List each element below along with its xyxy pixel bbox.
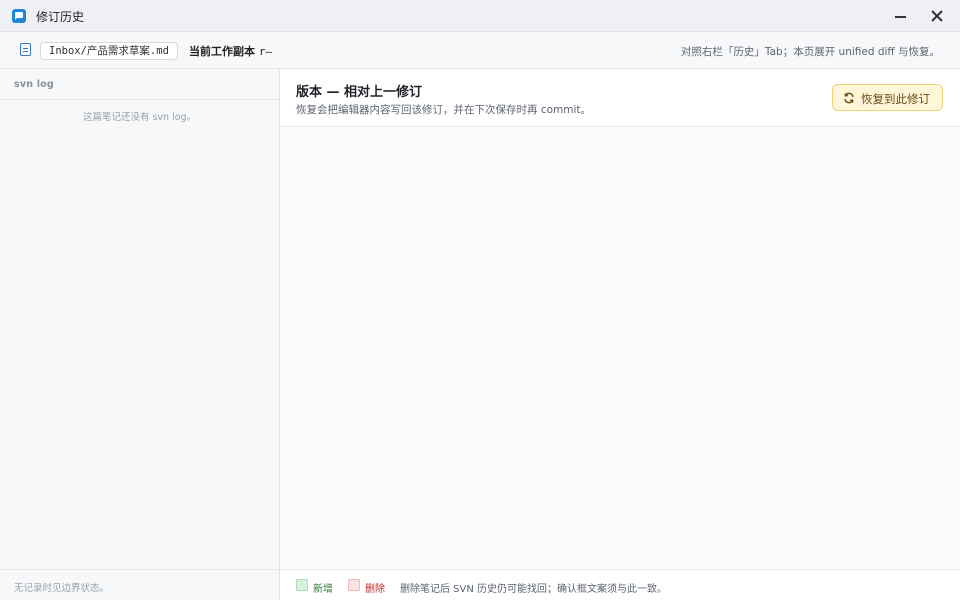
diff-legend: 新增 删除 删除笔记后 SVN 历史仍可能找回；确认框文案须与此一致。 [280, 569, 960, 600]
sidebar-footer: 无记录时见边界状态。 [0, 569, 279, 600]
legend-deleted: 删除 [365, 584, 385, 595]
restore-revision-button[interactable]: 恢复到此修订 [832, 84, 943, 111]
diff-header: 版本 — 相对上一修订 恢复会把编辑器内容写回该修订，并在下次保存时再 comm… [280, 69, 960, 127]
diff-subtitle: 恢复会把编辑器内容写回该修订，并在下次保存时再 commit。 [296, 104, 592, 116]
document-icon [20, 43, 31, 56]
sidebar-footer-text: 无记录时见边界状态。 [14, 583, 110, 594]
close-button[interactable] [925, 4, 949, 28]
legend-note: 删除笔记后 SVN 历史仍可能找回；确认框文案须与此一致。 [400, 584, 668, 595]
legend-added: 新增 [313, 584, 333, 595]
deleted-swatch [348, 579, 360, 591]
refresh-icon [844, 92, 854, 104]
restore-button-label: 恢复到此修订 [861, 92, 930, 106]
minimize-button[interactable] [889, 4, 913, 28]
sidebar-empty-state: 这篇笔记还没有 svn log。 [82, 112, 197, 123]
working-copy-label: 当前工作副本 r— [189, 43, 272, 59]
working-copy-text: 当前工作副本 [189, 45, 255, 58]
title-bar: 修订历史 [0, 0, 960, 32]
app-chat-icon [12, 9, 26, 23]
toolbar: Inbox/产品需求草案.md 当前工作副本 r— 对照右栏「历史」Tab；本页… [0, 32, 960, 69]
file-path-chip[interactable]: Inbox/产品需求草案.md [40, 42, 178, 60]
diff-panel: 版本 — 相对上一修订 恢复会把编辑器内容写回该修订，并在下次保存时再 comm… [280, 69, 960, 600]
revision-sidebar: svn log 这篇笔记还没有 svn log。 无记录时见边界状态。 [0, 69, 280, 600]
working-copy-revision: r— [258, 45, 273, 58]
window-title: 修订历史 [36, 10, 85, 24]
sidebar-header: svn log [0, 69, 279, 100]
toolbar-hint: 对照右栏「历史」Tab；本页展开 unified diff 与恢复。 [680, 46, 940, 58]
diff-title: 版本 — 相对上一修订 [296, 85, 423, 100]
added-swatch [296, 579, 308, 591]
close-icon [931, 10, 943, 22]
sidebar-header-label: svn log [14, 79, 54, 90]
